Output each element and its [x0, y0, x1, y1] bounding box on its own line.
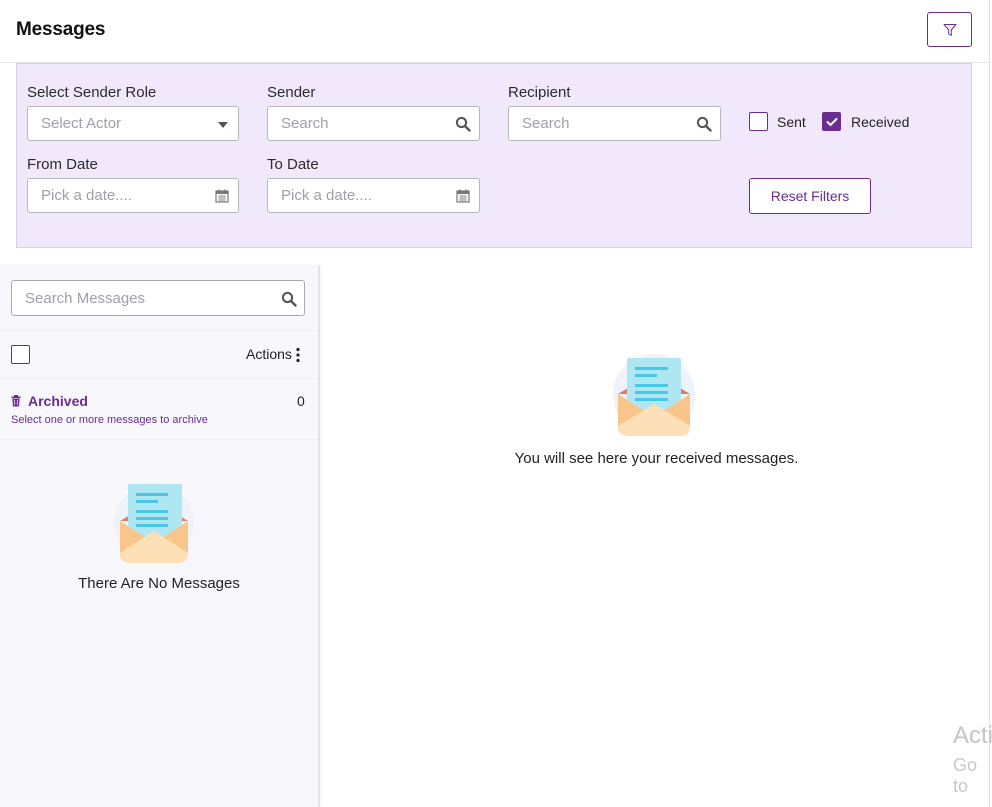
- filter-toggle-button[interactable]: [927, 12, 972, 47]
- to-date-label: To Date: [267, 156, 319, 173]
- to-date-placeholder: Pick a date....: [281, 187, 372, 204]
- recipient-label: Recipient: [508, 84, 571, 101]
- reset-filters-button[interactable]: Reset Filters: [749, 178, 871, 214]
- sender-placeholder: Search: [281, 115, 329, 132]
- archived-title: Archived: [28, 393, 88, 409]
- received-empty-text: You will see here your received messages…: [514, 450, 799, 467]
- window-edge: [989, 0, 990, 807]
- sender-search-input[interactable]: Search: [267, 106, 480, 141]
- from-date-placeholder: Pick a date....: [41, 187, 132, 204]
- to-date-picker[interactable]: Pick a date....: [267, 178, 480, 213]
- from-date-picker[interactable]: Pick a date....: [27, 178, 239, 213]
- archived-folder[interactable]: Archived Select one or more messages to …: [0, 380, 318, 440]
- archived-hint: Select one or more messages to archive: [11, 414, 208, 426]
- activation-watermark-subtitle: Go to: [953, 755, 978, 796]
- sent-checkbox[interactable]: [749, 112, 768, 131]
- caret-down-icon: [218, 122, 228, 128]
- received-envelope-illustration: [613, 354, 695, 436]
- sender-role-value: Select Actor: [41, 115, 122, 132]
- sent-label: Sent: [777, 114, 806, 130]
- empty-envelope-illustration: [114, 483, 194, 563]
- sender-label: Sender: [267, 84, 316, 101]
- checkmark-icon: [826, 117, 837, 126]
- archived-count: 0: [297, 393, 305, 409]
- search-messages-placeholder: Search Messages: [25, 290, 146, 307]
- divider: [0, 330, 318, 331]
- received-checkbox[interactable]: [822, 112, 841, 131]
- search-icon: [281, 291, 297, 307]
- message-list-sidebar: Search Messages Actions Archived Select …: [0, 265, 320, 807]
- calendar-icon: [215, 189, 229, 203]
- kebab-menu-icon[interactable]: [294, 347, 302, 363]
- no-messages-text: There Are No Messages: [78, 575, 240, 592]
- sender-role-select[interactable]: Select Actor: [27, 106, 239, 141]
- page-header: Messages: [0, 0, 990, 63]
- sender-role-label: Select Sender Role: [27, 84, 157, 101]
- page-title: Messages: [16, 19, 106, 40]
- search-messages-input[interactable]: Search Messages: [11, 280, 305, 316]
- divider: [0, 378, 318, 379]
- search-icon: [455, 116, 471, 132]
- recipient-placeholder: Search: [522, 115, 570, 132]
- activation-watermark-title: Acti: [953, 722, 992, 749]
- filter-panel: Select Sender Role Select Actor Sender S…: [16, 63, 972, 248]
- recipient-search-input[interactable]: Search: [508, 106, 721, 141]
- calendar-icon: [456, 189, 470, 203]
- received-label: Received: [851, 114, 910, 130]
- trash-icon: [11, 395, 21, 407]
- filter-icon: [943, 23, 956, 36]
- search-icon: [696, 116, 712, 132]
- actions-label[interactable]: Actions: [246, 346, 292, 362]
- select-all-checkbox[interactable]: [11, 345, 30, 364]
- from-date-label: From Date: [27, 156, 98, 173]
